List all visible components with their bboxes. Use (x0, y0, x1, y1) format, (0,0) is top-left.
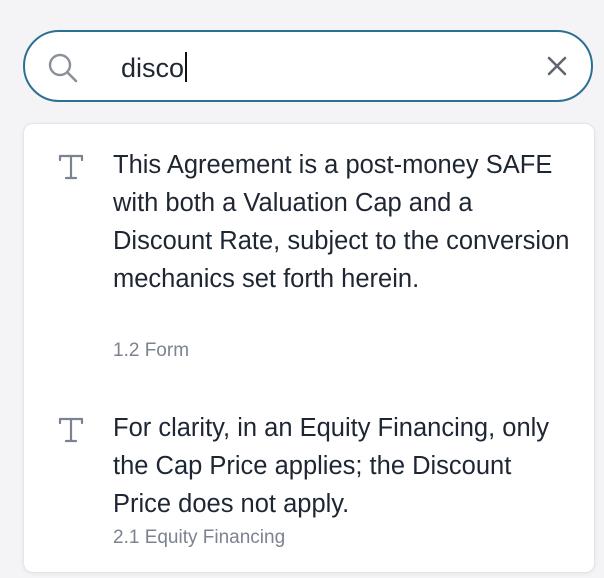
search-input[interactable]: disco (121, 50, 188, 86)
search-query: disco (121, 53, 185, 83)
search-widget: disco This Agreement is a post-money SAF… (0, 0, 604, 578)
close-icon (547, 56, 567, 76)
result-snippet: This Agreement is a post-money SAFE with… (113, 151, 570, 293)
result-section-label: 2.1 Equity Financing (113, 527, 286, 548)
text-caret (185, 52, 188, 82)
search-results-dropdown: This Agreement is a post-money SAFE with… (23, 123, 595, 573)
search-box[interactable]: disco (23, 30, 593, 102)
text-type-icon (56, 415, 86, 445)
text-type-icon (56, 152, 86, 182)
result-section-label: 1.2 Form (113, 340, 190, 361)
result-snippet: For clarity, in an Equity Financing, onl… (113, 414, 550, 518)
clear-search-button[interactable] (541, 50, 573, 82)
search-icon (47, 52, 79, 84)
